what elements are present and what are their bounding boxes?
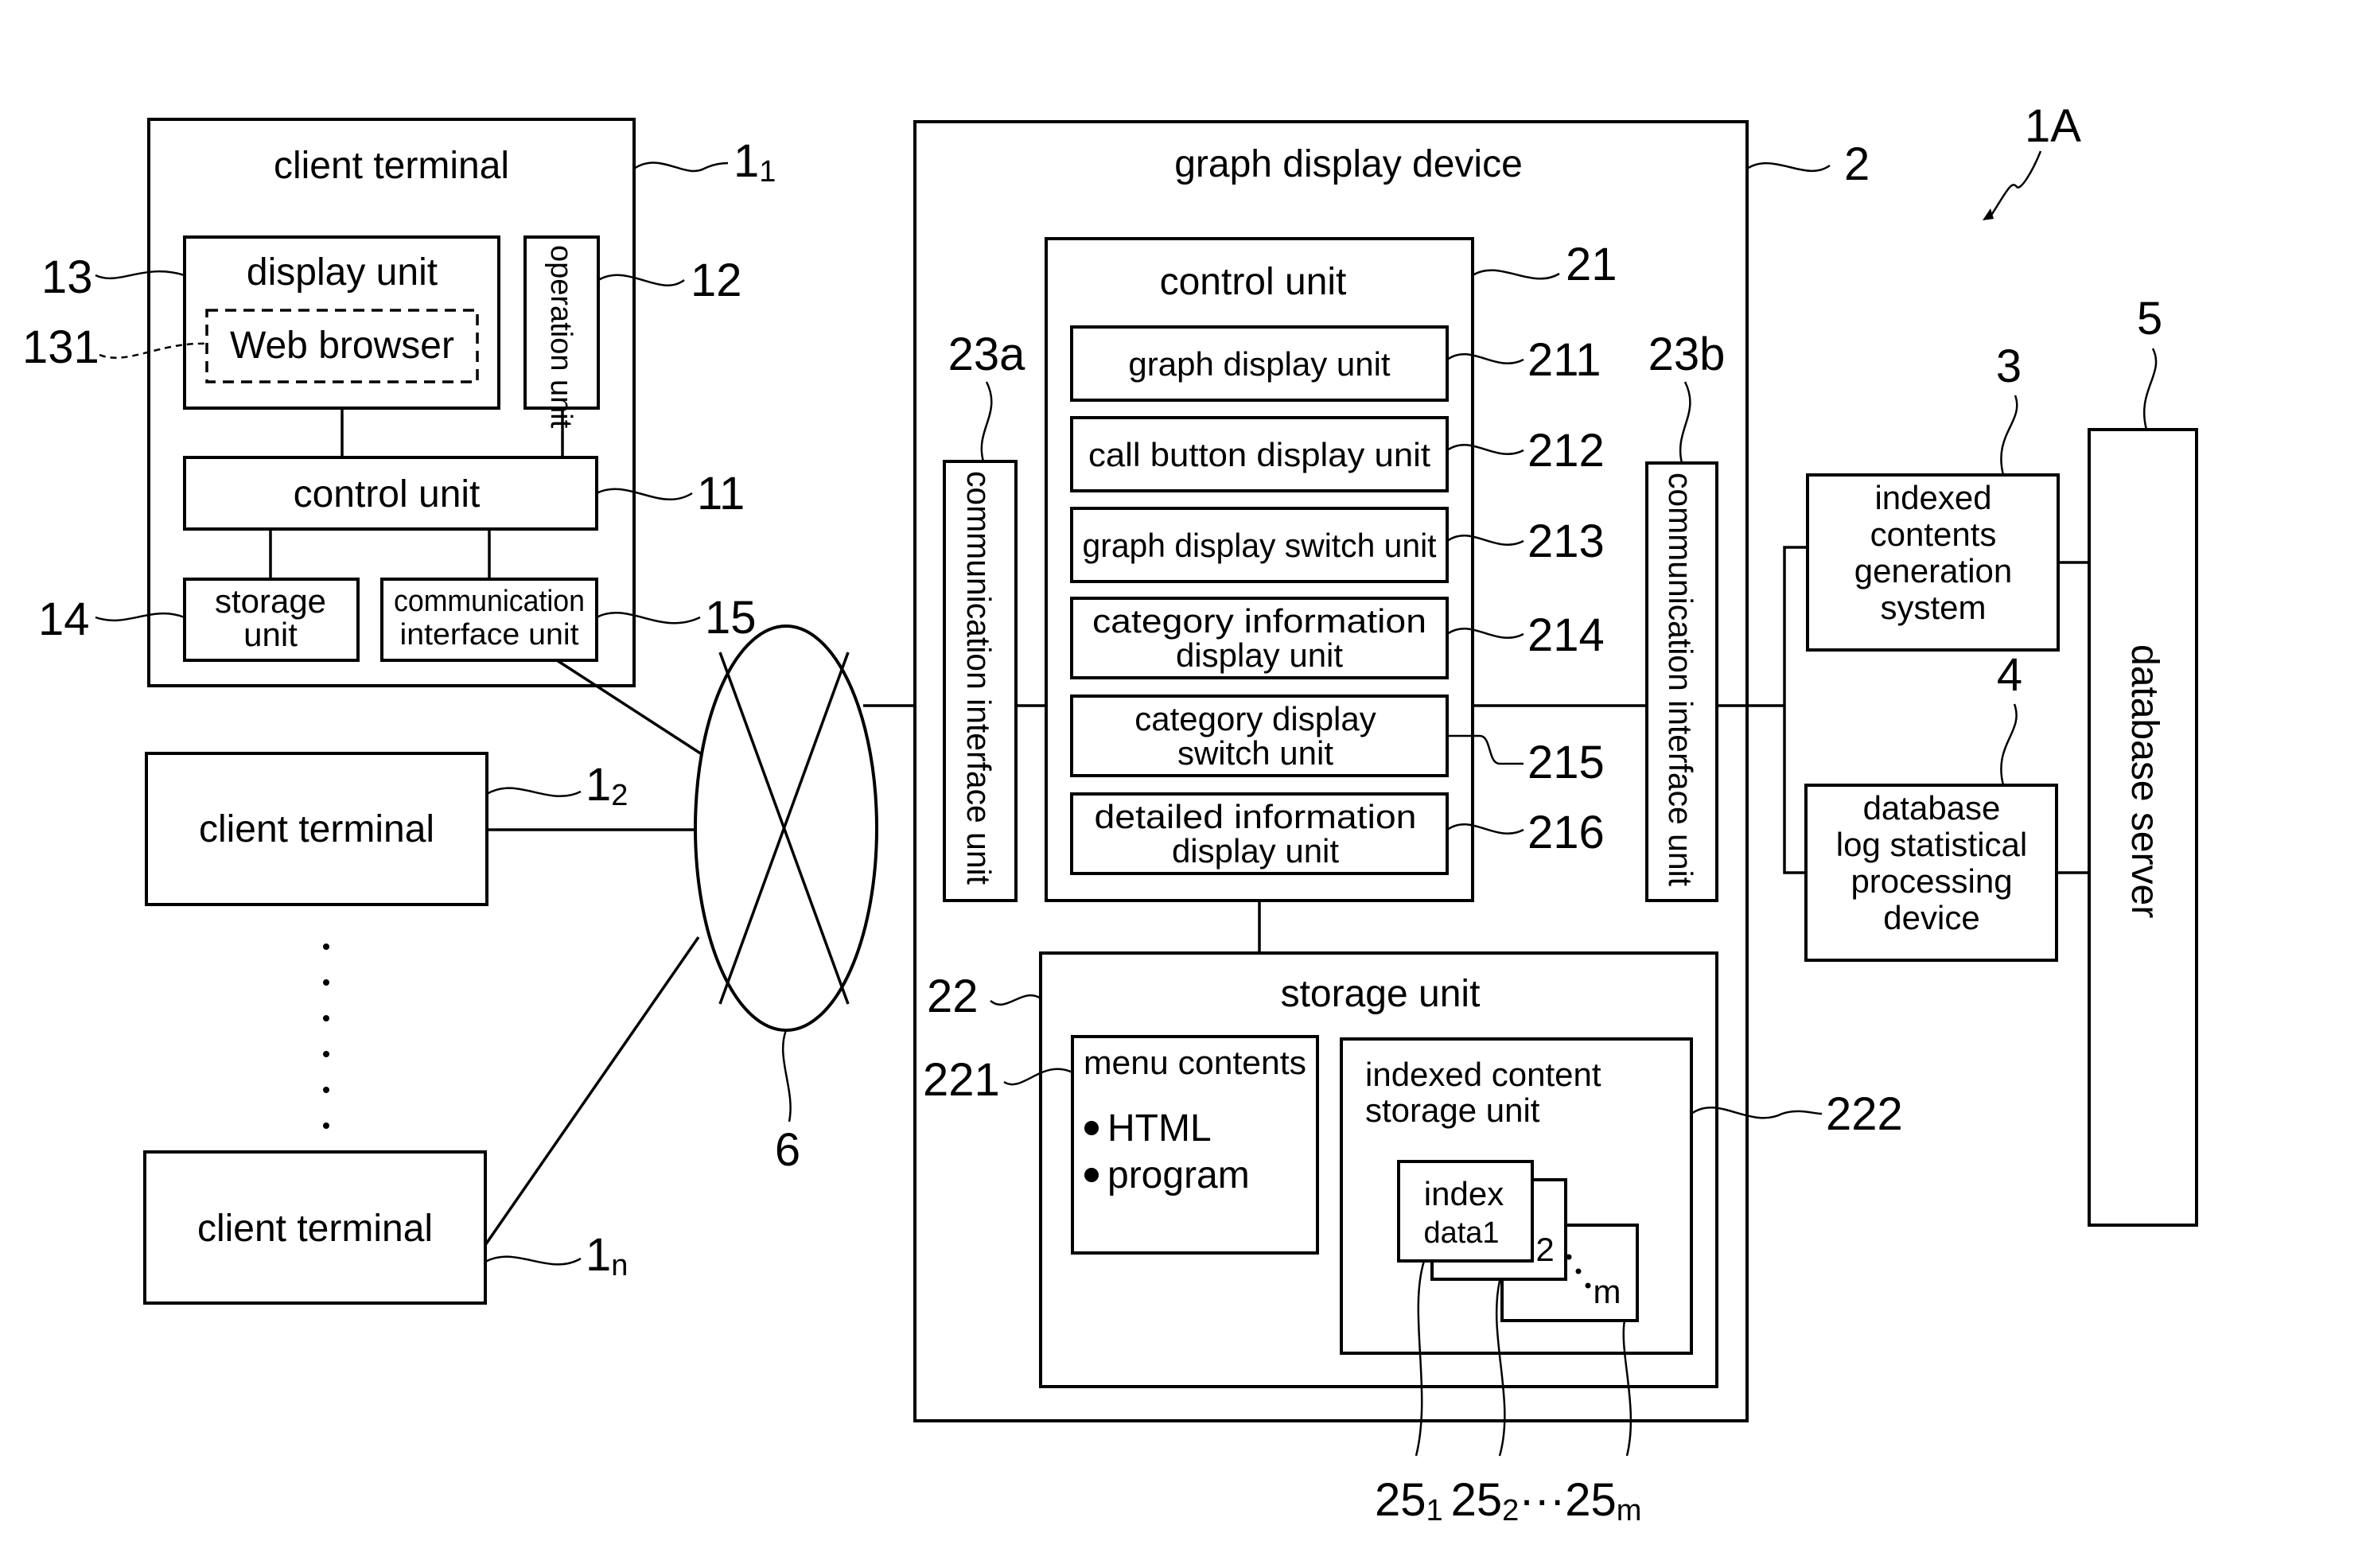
- database-log-statistical-processing-device: database log statistical processing devi…: [1804, 649, 2058, 962]
- leader-line: [2142, 348, 2158, 430]
- leader-line: [486, 787, 582, 798]
- sub-unit-label-line-1: category information: [1092, 602, 1426, 640]
- index-data-m-label: m: [1594, 1273, 1621, 1310]
- bus-line: [1783, 546, 1806, 874]
- sub-unit-label: graph display switch unit: [1083, 527, 1437, 564]
- comm-interface-23b-label: communication interface unit: [1662, 473, 1699, 886]
- ref-6: 6: [775, 1124, 800, 1176]
- leader-line: [2000, 395, 2018, 476]
- ref-11: 11: [697, 468, 745, 519]
- storage-unit-22-title: storage unit: [1281, 973, 1481, 1015]
- ref-21: 21: [1566, 239, 1617, 290]
- control-unit-label: control unit: [294, 473, 481, 516]
- ref-label: 12: [586, 759, 628, 812]
- ref-23b: 23b: [1648, 329, 1726, 380]
- ref-2: 2: [1844, 138, 1870, 190]
- indexed-content-storage-title-line-2: storage unit: [1365, 1091, 1540, 1129]
- client-terminal-1: client terminal 11 display unit Web brow…: [22, 118, 776, 687]
- sub-unit-label-line-2: display unit: [1172, 832, 1339, 870]
- ref-221: 221: [923, 1054, 1000, 1106]
- storage-unit-label-line-2: unit: [243, 616, 298, 653]
- client-terminal-2-title: client terminal: [199, 808, 434, 850]
- ref-214: 214: [1527, 609, 1605, 661]
- connector-line: [484, 936, 700, 1246]
- sub-unit-label-line-2: switch unit: [1177, 734, 1333, 772]
- operation-unit-label: operation unit: [544, 245, 578, 429]
- sub-unit-label-line-1: category display: [1134, 700, 1376, 737]
- graph-display-device-title: graph display device: [1174, 143, 1523, 185]
- system-3-line-1: indexed: [1874, 479, 1991, 516]
- graph-display-device: graph display device 2 communication int…: [913, 120, 1903, 1457]
- bullet-icon: [1084, 1168, 1099, 1182]
- ref-22: 22: [927, 971, 979, 1022]
- ref-label: 1n: [586, 1229, 628, 1282]
- system-3-line-4: system: [1880, 589, 1986, 626]
- device-4-line-1: database: [1863, 789, 2001, 827]
- network-ellipse: [694, 624, 878, 1032]
- system-3-line-3: generation: [1854, 552, 2013, 589]
- network: 6: [484, 624, 948, 1246]
- leader-line: [1746, 161, 1831, 173]
- ref-211: 211: [1527, 334, 1601, 386]
- comm-interface-23a-label: communication interface unit: [960, 471, 998, 885]
- ref-212: 212: [1527, 425, 1605, 477]
- ref-1A: 1A: [2025, 100, 2081, 152]
- database-server-label: database server: [2123, 644, 2166, 918]
- control-unit-21-title: control unit: [1160, 261, 1347, 303]
- index-data-1-line-2: data1: [1423, 1216, 1499, 1250]
- ref-15: 15: [705, 592, 757, 644]
- display-unit-label: display unit: [247, 251, 438, 294]
- arrow-head-icon: [1983, 208, 1994, 220]
- client-comm-interface-line-2: interface unit: [400, 618, 579, 652]
- sub-unit-label-line-1: detailed information: [1095, 798, 1417, 835]
- client-terminal-1-title: client terminal: [274, 145, 509, 187]
- leader-line: [2000, 703, 2018, 786]
- ref-label: 11: [734, 135, 776, 189]
- client-terminal-n: client terminal 1n: [143, 1150, 628, 1305]
- leader-arrow-line: [1987, 150, 2042, 220]
- indexed-contents-generation-system: indexed contents generation system 3: [1806, 340, 2060, 652]
- ref-213: 213: [1527, 516, 1605, 567]
- device-4-line-2: log statistical: [1836, 826, 2027, 863]
- menu-contents-title: menu contents: [1084, 1044, 1306, 1081]
- ref-216: 216: [1527, 807, 1605, 858]
- storage-unit-label-line-1: storage: [215, 582, 326, 620]
- leader-line: [633, 161, 729, 173]
- device-4-line-3: processing: [1850, 862, 2012, 900]
- client-terminal-n-title: client terminal: [197, 1208, 433, 1250]
- system-diagram: client terminal 11 display unit Web brow…: [22, 100, 2198, 1527]
- ref-13: 13: [41, 251, 93, 303]
- index-data-1-line-1: index: [1424, 1175, 1504, 1212]
- sub-unit-label: graph display unit: [1128, 345, 1391, 383]
- menu-item-html: HTML: [1107, 1107, 1212, 1150]
- web-browser-label: Web browser: [230, 325, 454, 367]
- ref-3: 3: [1996, 340, 2022, 392]
- client-comm-interface-line-1: communication: [394, 585, 585, 618]
- system-label-1A: 1A: [1983, 100, 2081, 220]
- indexed-content-storage-title-line-1: indexed content: [1365, 1056, 1601, 1093]
- ref-215: 215: [1527, 737, 1605, 788]
- ref-12: 12: [691, 255, 742, 306]
- ref-14: 14: [38, 593, 90, 645]
- database-server: database server 5: [2088, 293, 2198, 1227]
- ref-25-series: 251 252···25m: [1375, 1474, 1641, 1527]
- menu-item-program: program: [1107, 1154, 1250, 1196]
- sub-unit-label: call button display unit: [1088, 436, 1430, 473]
- ref-23a: 23a: [948, 329, 1026, 380]
- leader-line: [782, 1029, 792, 1123]
- index-data-2-label: 2: [1535, 1231, 1554, 1268]
- leader-line: [485, 1255, 582, 1266]
- system-3-line-2: contents: [1870, 516, 1997, 553]
- sub-unit-label-line-2: display unit: [1176, 636, 1343, 674]
- ref-131: 131: [22, 321, 99, 373]
- ref-222: 222: [1826, 1088, 1903, 1140]
- bullet-icon: [1084, 1121, 1099, 1135]
- ref-4: 4: [1997, 649, 2022, 701]
- device-4-line-4: device: [1883, 899, 1979, 936]
- ref-5: 5: [2137, 293, 2162, 344]
